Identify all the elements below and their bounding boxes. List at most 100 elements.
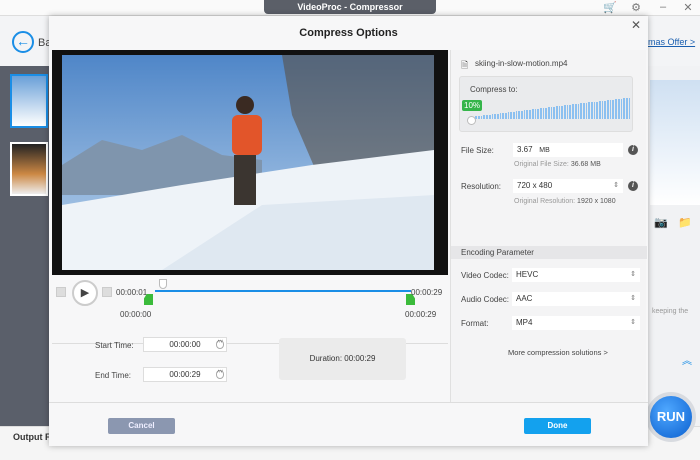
compress-bars[interactable] [470, 97, 631, 119]
compress-slider-box: Compress to: 10% [459, 76, 633, 132]
compress-bar [607, 100, 609, 119]
gear-icon[interactable]: ⚙ [628, 1, 644, 14]
compress-percent: 10% [462, 100, 483, 111]
compress-bar [612, 99, 615, 119]
compress-slider-knob[interactable] [467, 116, 476, 125]
compress-bar [510, 112, 512, 119]
compress-bar [599, 101, 601, 119]
cart-icon[interactable]: 🛒 [602, 1, 618, 14]
compress-bar [513, 111, 515, 119]
audio-codec-value: AAC [516, 294, 533, 303]
timeline: ▶ 00:00:01 00:00:29 00:00:00 00:00:29 [52, 276, 448, 344]
playhead[interactable] [159, 279, 167, 289]
compress-bar [534, 109, 537, 119]
collapse-icon[interactable]: ︽ [682, 352, 692, 367]
prev-frame-button[interactable] [56, 287, 66, 297]
compress-bar [483, 115, 486, 119]
cancel-button[interactable]: Cancel [108, 418, 175, 434]
start-time-label: Start Time: [95, 341, 134, 350]
original-resolution: Original Resolution: 1920 x 1080 [514, 198, 616, 205]
spinner-icon[interactable]: ˄˅ [216, 370, 224, 379]
file-size-input[interactable]: 3.67 MB [513, 143, 623, 157]
more-compression-link[interactable]: More compression solutions > [508, 348, 608, 357]
preview-image [650, 80, 700, 205]
compress-bar [529, 109, 531, 119]
compress-bar [569, 104, 572, 119]
compress-bar [623, 98, 625, 119]
file-size-value: 3.67 [517, 145, 533, 154]
original-size-label: Original File Size: [514, 161, 569, 168]
video-codec-select[interactable]: HEVC ⇕ [512, 268, 640, 282]
play-button[interactable]: ▶ [72, 280, 98, 306]
trim-start-time: 00:00:00 [120, 310, 152, 319]
video-thumbnail[interactable] [10, 142, 48, 196]
trim-track[interactable] [155, 290, 411, 292]
current-time: 00:00:01 [116, 288, 148, 297]
original-file-size: Original File Size: 36.68 MB [514, 161, 601, 168]
format-select[interactable]: MP4 ⇕ [512, 316, 640, 330]
folder-icon[interactable]: 📁 [678, 216, 692, 229]
duration-value: 00:00:29 [344, 354, 376, 363]
compress-bar [572, 104, 574, 119]
compress-bar [523, 110, 526, 119]
select-arrows-icon: ⇕ [630, 319, 636, 326]
compress-bar [480, 115, 483, 119]
compress-bar [486, 115, 488, 119]
next-frame-button[interactable] [102, 287, 112, 297]
audio-codec-select[interactable]: AAC ⇕ [512, 292, 640, 306]
end-time-top: 00:00:29 [411, 288, 443, 297]
camera-icon[interactable]: 📷 [654, 216, 668, 229]
end-time-label: End Time: [95, 371, 132, 380]
dialog-close-button[interactable]: ✕ [631, 18, 641, 32]
compress-bar [537, 108, 539, 119]
compress-bar [577, 103, 580, 119]
compress-bar [625, 97, 628, 119]
resolution-value: 720 x 480 [517, 181, 553, 190]
trim-end-time: 00:00:29 [405, 310, 437, 319]
original-size-value: 36.68 MB [570, 161, 601, 168]
compress-bar [521, 110, 523, 119]
compress-bar [502, 113, 504, 119]
spinner-icon[interactable]: ˄˅ [216, 340, 224, 349]
compress-bar [609, 99, 612, 119]
end-time-input[interactable]: 00:00:29 ˄˅ [143, 367, 227, 382]
compress-bar [499, 113, 502, 119]
resolution-select[interactable]: 720 x 480 ⇕ [513, 179, 623, 193]
run-button[interactable]: RUN [646, 392, 696, 442]
dialog-title: Compress Options [299, 27, 398, 39]
compress-bar [539, 108, 542, 119]
back-arrow-icon[interactable]: ← [12, 31, 34, 53]
video-thumbnail[interactable] [10, 74, 48, 128]
file-size-unit: MB [539, 147, 550, 154]
info-icon[interactable]: i [628, 181, 638, 191]
compress-bar [585, 102, 588, 119]
audio-codec-label: Audio Codec: [461, 295, 510, 304]
select-arrows-icon: ⇕ [630, 295, 636, 302]
info-icon[interactable]: i [628, 145, 638, 155]
compress-bar [478, 116, 480, 119]
start-time-value: 00:00:00 [169, 340, 201, 349]
filename: skiing-in-slow-motion.mp4 [475, 59, 568, 68]
offer-link[interactable]: mas Offer > [648, 37, 695, 47]
compress-bar [558, 106, 561, 119]
app-title: VideoProc - Compressor [264, 0, 436, 14]
start-time-input[interactable]: 00:00:00 ˄˅ [143, 337, 227, 352]
done-button[interactable]: Done [524, 418, 591, 434]
compress-bar [553, 106, 555, 119]
video-codec-value: HEVC [516, 270, 539, 279]
compress-bar [488, 114, 491, 119]
compress-bar [582, 103, 585, 119]
select-arrows-icon: ⇕ [613, 182, 619, 189]
minimize-button[interactable]: – [655, 1, 671, 13]
compress-bar [596, 101, 598, 119]
compress-bar [550, 107, 553, 119]
compress-bar [561, 105, 564, 119]
close-window-button[interactable]: ✕ [680, 1, 696, 14]
compress-bar [628, 97, 631, 119]
compress-bar [556, 106, 558, 119]
compress-bar [588, 102, 590, 119]
settings-panel: 🗎 skiing-in-slow-motion.mp4 Compress to:… [450, 50, 647, 402]
resolution-label: Resolution: [461, 182, 502, 191]
original-res-label: Original Resolution: [514, 198, 576, 205]
duration-label: Duration: [309, 354, 343, 363]
